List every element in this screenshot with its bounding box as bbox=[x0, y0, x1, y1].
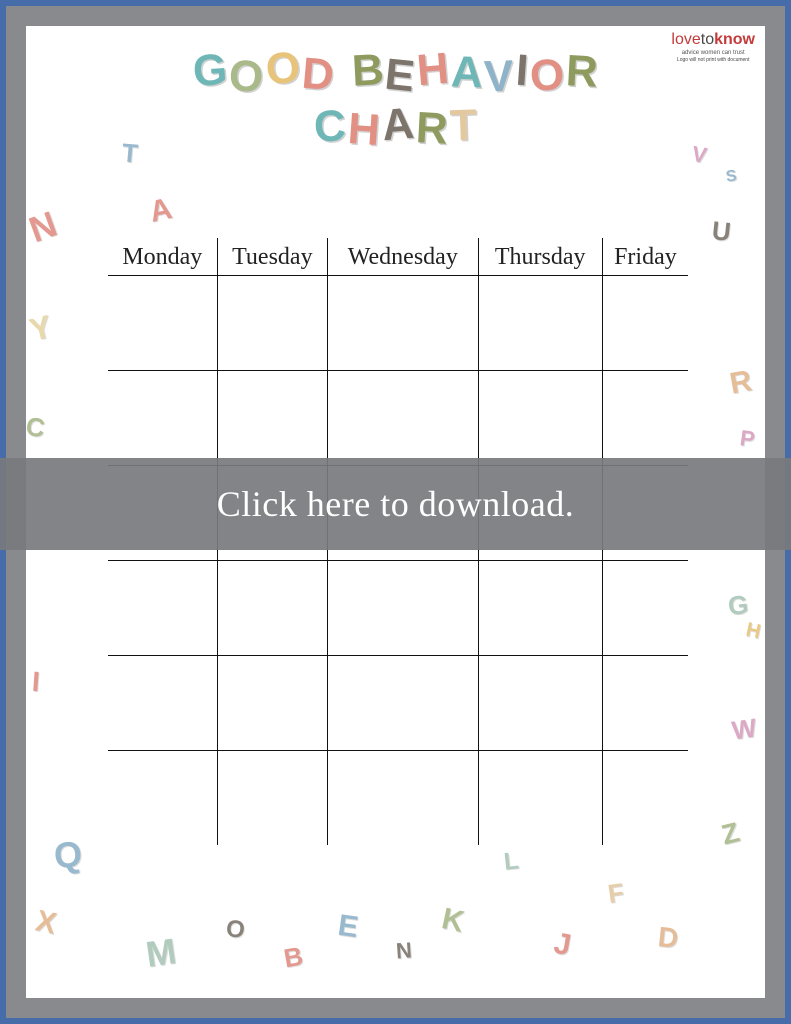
chart-header: Monday bbox=[108, 238, 217, 276]
title-letter: R bbox=[415, 103, 449, 155]
title-letter: H bbox=[415, 44, 451, 97]
chart-row bbox=[108, 371, 688, 466]
chart-cell bbox=[478, 751, 602, 846]
title-line-1: GOODBEHAVIOR bbox=[26, 48, 765, 98]
chart-cell bbox=[478, 656, 602, 751]
deco-letter: C bbox=[26, 411, 47, 444]
download-banner-text: Click here to download. bbox=[217, 483, 574, 525]
chart-row bbox=[108, 656, 688, 751]
chart-cell bbox=[108, 371, 217, 466]
chart-cell bbox=[108, 751, 217, 846]
deco-letter: N bbox=[395, 937, 413, 964]
deco-letter: X bbox=[33, 904, 60, 941]
title-letter: B bbox=[350, 45, 384, 97]
outer-frame: lovetoknow advice women can trust Logo w… bbox=[0, 0, 791, 1024]
deco-letter: H bbox=[744, 619, 763, 645]
chart-cell bbox=[108, 561, 217, 656]
chart-cell bbox=[602, 751, 688, 846]
chart-cell bbox=[602, 561, 688, 656]
deco-letter: U bbox=[710, 215, 732, 248]
title-letter: C bbox=[313, 101, 347, 153]
logo-print-note: Logo will not print with document bbox=[671, 58, 755, 63]
deco-letter: S bbox=[725, 167, 738, 186]
logo: lovetoknow advice women can trust Logo w… bbox=[671, 32, 755, 63]
chart-row bbox=[108, 751, 688, 846]
title-letter: H bbox=[347, 104, 382, 156]
title-letter: A bbox=[380, 99, 416, 152]
title-letter: D bbox=[300, 49, 336, 102]
logo-text: lovetoknow bbox=[671, 31, 755, 48]
chart-body bbox=[108, 276, 688, 846]
chart-cell bbox=[217, 276, 327, 371]
chart-cell bbox=[108, 276, 217, 371]
title-letter: E bbox=[383, 50, 417, 103]
chart-cell bbox=[108, 656, 217, 751]
deco-letter: R bbox=[727, 364, 754, 401]
chart-header: Friday bbox=[602, 238, 688, 276]
chart-cell bbox=[328, 656, 479, 751]
chart-header: Wednesday bbox=[328, 238, 479, 276]
chart-cell bbox=[478, 276, 602, 371]
chart-header-row: MondayTuesdayWednesdayThursdayFriday bbox=[108, 238, 688, 276]
download-banner[interactable]: Click here to download. bbox=[0, 458, 791, 550]
logo-know: know bbox=[714, 31, 755, 48]
deco-letter: T bbox=[121, 137, 140, 169]
deco-letter: Y bbox=[26, 308, 56, 349]
title-letter: V bbox=[483, 52, 514, 103]
deco-letter: P bbox=[738, 425, 756, 453]
chart-cell bbox=[217, 656, 327, 751]
chart-cell bbox=[602, 276, 688, 371]
title-letter: O bbox=[263, 42, 302, 95]
logo-love: love bbox=[671, 31, 700, 48]
deco-letter: N bbox=[26, 203, 62, 251]
title-letter: I bbox=[514, 46, 530, 97]
chart-cell bbox=[328, 276, 479, 371]
deco-letter: E bbox=[336, 909, 361, 945]
chart-cell bbox=[478, 371, 602, 466]
logo-to: to bbox=[701, 31, 714, 48]
chart-cell bbox=[328, 561, 479, 656]
chart-cell bbox=[328, 371, 479, 466]
deco-letter: F bbox=[606, 877, 626, 910]
chart-cell bbox=[217, 561, 327, 656]
deco-letter: D bbox=[656, 921, 679, 955]
deco-letter: A bbox=[147, 192, 175, 230]
deco-letter: Z bbox=[718, 816, 742, 851]
chart-cell bbox=[602, 371, 688, 466]
deco-letter: L bbox=[503, 847, 521, 876]
deco-letter: V bbox=[690, 141, 709, 169]
chart-cell bbox=[478, 561, 602, 656]
chart-cell bbox=[217, 751, 327, 846]
chart-header: Tuesday bbox=[217, 238, 327, 276]
title-letter: A bbox=[450, 47, 484, 98]
deco-letter: M bbox=[143, 930, 179, 976]
deco-letter: K bbox=[439, 902, 467, 940]
title-letter: R bbox=[565, 46, 599, 98]
chart-row bbox=[108, 276, 688, 371]
deco-letter: J bbox=[551, 927, 573, 963]
chart-row bbox=[108, 561, 688, 656]
deco-letter: G bbox=[726, 589, 749, 622]
chart-cell bbox=[602, 656, 688, 751]
deco-letter: W bbox=[730, 712, 759, 746]
title-letter: T bbox=[449, 101, 478, 152]
deco-letter: B bbox=[281, 941, 305, 975]
deco-letter: Q bbox=[53, 833, 84, 877]
title-letter: O bbox=[528, 50, 566, 102]
deco-letter: I bbox=[31, 666, 41, 698]
logo-tagline: advice women can trust bbox=[671, 50, 755, 56]
page-title: GOODBEHAVIOR CHART bbox=[26, 26, 765, 152]
chart-header: Thursday bbox=[478, 238, 602, 276]
title-letter: G bbox=[191, 45, 229, 97]
deco-letter: O bbox=[225, 915, 246, 945]
chart-cell bbox=[217, 371, 327, 466]
title-letter: O bbox=[228, 51, 265, 103]
chart-cell bbox=[328, 751, 479, 846]
